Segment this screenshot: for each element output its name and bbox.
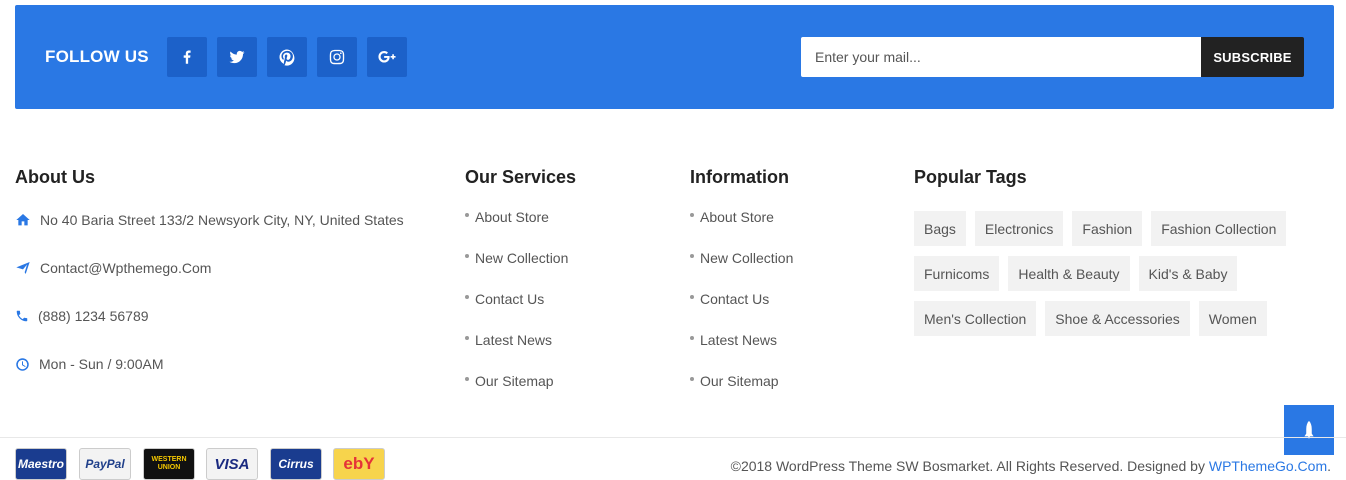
services-list: About Store New Collection Contact Us La… xyxy=(465,209,568,414)
bullet-icon xyxy=(690,213,694,217)
address-text: No 40 Baria Street 133/2 Newsyork City, … xyxy=(40,212,404,228)
information-list: About Store New Collection Contact Us La… xyxy=(690,209,793,414)
list-item: About Store xyxy=(690,209,793,250)
information-link[interactable]: About Store xyxy=(700,209,774,225)
home-icon xyxy=(16,214,30,226)
tag-furnicoms[interactable]: Furnicoms xyxy=(914,256,1000,291)
western-union-logo: WESTERN UNION xyxy=(143,448,195,480)
tag-cloud: Bags Electronics Fashion Fashion Collect… xyxy=(914,211,1334,336)
paper-plane-icon xyxy=(16,262,30,274)
email-row: Contact@Wpthemego.Com xyxy=(15,260,211,276)
instagram-icon[interactable] xyxy=(317,37,357,77)
bullet-icon xyxy=(690,254,694,258)
list-item: New Collection xyxy=(465,250,568,291)
information-title: Information xyxy=(690,167,789,187)
services-link[interactable]: Contact Us xyxy=(475,291,544,307)
copyright-label: ©2018 WordPress Theme SW Bosmarket. All … xyxy=(730,458,1209,474)
tags-title: Popular Tags xyxy=(914,167,1027,187)
visa-logo: VISA xyxy=(206,448,258,480)
services-link[interactable]: New Collection xyxy=(475,250,568,266)
services-link[interactable]: About Store xyxy=(475,209,549,225)
email-input[interactable] xyxy=(801,37,1201,77)
tag-kids-baby[interactable]: Kid's & Baby xyxy=(1138,256,1238,291)
services-link[interactable]: Our Sitemap xyxy=(475,373,554,389)
paypal-logo: PayPal xyxy=(79,448,131,480)
cirrus-logo: Cirrus xyxy=(270,448,322,480)
tag-health-beauty[interactable]: Health & Beauty xyxy=(1008,256,1130,291)
tag-fashion-collection[interactable]: Fashion Collection xyxy=(1151,211,1287,246)
follow-us-title: FOLLOW US xyxy=(45,47,149,66)
clock-icon xyxy=(16,357,29,371)
bullet-icon xyxy=(690,377,694,381)
list-item: Contact Us xyxy=(465,291,568,332)
bullet-icon xyxy=(690,336,694,340)
tag-electronics[interactable]: Electronics xyxy=(974,211,1064,246)
bullet-icon xyxy=(465,254,469,258)
hours-row: Mon - Sun / 9:00AM xyxy=(15,356,164,372)
tag-fashion[interactable]: Fashion xyxy=(1072,211,1143,246)
phone-icon xyxy=(16,310,28,322)
maestro-logo: Maestro xyxy=(15,448,67,480)
copyright-text: ©2018 WordPress Theme SW Bosmarket. All … xyxy=(731,458,1331,474)
list-item: Latest News xyxy=(690,332,793,373)
services-link[interactable]: Latest News xyxy=(475,332,552,348)
phone-row: (888) 1234 56789 xyxy=(15,308,149,324)
back-to-top-button[interactable] xyxy=(1284,405,1334,455)
follow-bar: FOLLOW US SUBSCRIBE xyxy=(15,5,1334,109)
google-plus-icon[interactable] xyxy=(367,37,407,77)
bullet-icon xyxy=(465,213,469,217)
copyright-suffix: . xyxy=(1327,458,1331,474)
tag-bags[interactable]: Bags xyxy=(914,211,966,246)
list-item: Our Sitemap xyxy=(465,373,568,414)
ebay-logo: ebY xyxy=(333,448,385,480)
hours-text: Mon - Sun / 9:00AM xyxy=(39,356,164,372)
information-link[interactable]: Latest News xyxy=(700,332,777,348)
designer-link[interactable]: WPThemeGo.Com xyxy=(1209,458,1327,474)
tag-shoe-accessories[interactable]: Shoe & Accessories xyxy=(1045,301,1190,336)
list-item: About Store xyxy=(465,209,568,250)
information-link[interactable]: New Collection xyxy=(700,250,793,266)
information-link[interactable]: Our Sitemap xyxy=(700,373,779,389)
tag-women[interactable]: Women xyxy=(1198,301,1267,336)
about-us-title: About Us xyxy=(15,167,95,187)
list-item: Our Sitemap xyxy=(690,373,793,414)
bullet-icon xyxy=(465,336,469,340)
bullet-icon xyxy=(690,295,694,299)
information-link[interactable]: Contact Us xyxy=(700,291,769,307)
bullet-icon xyxy=(465,295,469,299)
footer-divider xyxy=(0,437,1346,438)
list-item: Contact Us xyxy=(690,291,793,332)
email-text: Contact@Wpthemego.Com xyxy=(40,260,212,276)
list-item: Latest News xyxy=(465,332,568,373)
subscribe-button[interactable]: SUBSCRIBE xyxy=(1201,37,1304,77)
list-item: New Collection xyxy=(690,250,793,291)
bullet-icon xyxy=(465,377,469,381)
phone-text: (888) 1234 56789 xyxy=(38,308,149,324)
tag-mens-collection[interactable]: Men's Collection xyxy=(914,301,1037,336)
twitter-icon[interactable] xyxy=(217,37,257,77)
address-row: No 40 Baria Street 133/2 Newsyork City, … xyxy=(15,212,404,228)
services-title: Our Services xyxy=(465,167,577,187)
facebook-icon[interactable] xyxy=(167,37,207,77)
pinterest-icon[interactable] xyxy=(267,37,307,77)
